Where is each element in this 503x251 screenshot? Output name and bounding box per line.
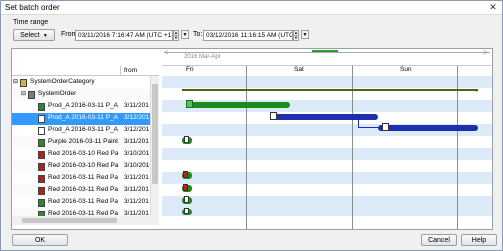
day-header-divider (162, 65, 492, 66)
row-label: Red 2016-03-11 Red Paint 2 (48, 186, 118, 193)
horizontal-scrollbar[interactable] (12, 216, 159, 225)
time-range-label: Time range (13, 19, 49, 26)
tree-row-order[interactable]: Prod_A 2016-03-11 P_A_1 3/11/201 (12, 101, 159, 113)
row-band (162, 76, 492, 88)
row-from-date: 3/11/201 (124, 102, 149, 109)
row-band (162, 172, 492, 184)
order-start-icon (186, 100, 193, 108)
tree-row-order[interactable]: Red 2016-03-10 Red Paint_4 3/10/201 (12, 161, 159, 173)
order-icon (38, 187, 45, 195)
day-label-sun: Sun (400, 66, 412, 73)
row-from-date: 3/10/201 (124, 150, 150, 157)
row-label: SystemOrder (38, 90, 77, 97)
row-from-date: 3/12/201 (124, 114, 150, 121)
row-label: Prod_A 2016-03-11 P_A_2 (48, 114, 118, 121)
tree-node-category[interactable]: ⊟ SystemOrderCategory (12, 77, 159, 89)
ok-button[interactable]: OK (12, 234, 68, 246)
column-divider[interactable] (120, 66, 121, 76)
document-icon (184, 136, 189, 143)
order-icon (38, 103, 45, 111)
document-icon (270, 112, 277, 120)
grid-header: from (12, 66, 159, 76)
order-icon (38, 139, 45, 147)
horizontal-scroll-thumb[interactable] (22, 218, 117, 223)
from-spin-down-icon[interactable]: ▼ (173, 35, 179, 41)
order-icon (38, 175, 45, 183)
row-label: Red 2016-03-10 Red Paint_3 (48, 150, 118, 157)
timeline-right-icon[interactable]: > (483, 48, 488, 57)
gantt-chart[interactable]: < > 2016 Mar-Apr Fri Sat Sun ▼ (162, 48, 492, 229)
select-button[interactable]: Select ▼ (13, 29, 55, 41)
order-icon (38, 127, 45, 135)
row-band (162, 148, 492, 160)
period-label: 2016 Mar-Apr (184, 54, 221, 60)
document-icon (382, 123, 389, 131)
row-band (162, 196, 492, 208)
timeline-track (164, 52, 490, 53)
tree-node-system-order[interactable]: ⊟ SystemOrder (12, 89, 159, 101)
tree-row-order[interactable]: Red 2016-03-11 Red Paint_1 3/11/201 (12, 173, 159, 185)
status-icon (183, 171, 188, 178)
order-bar-prod-a-3[interactable] (378, 125, 478, 131)
window-title: Set batch order (5, 3, 60, 12)
dependency-link (358, 127, 378, 128)
chevron-down-icon: ▼ (41, 33, 48, 39)
row-label: Purple 2016-03-11 Paint_1 (48, 138, 118, 145)
scroll-thumb[interactable] (152, 84, 158, 184)
document-icon (184, 196, 189, 203)
batch-order-dialog: Set batch order ✕ Time range Select ▼ Fr… (0, 0, 503, 251)
row-label: SystemOrderCategory (30, 78, 95, 85)
to-dropdown-icon[interactable]: ▼ (301, 30, 309, 39)
row-from-date: 3/12/201 (124, 126, 150, 133)
category-icon (20, 79, 27, 87)
expand-icon[interactable]: ⊟ (13, 78, 18, 85)
row-from-date: 3/11/201 (124, 198, 149, 205)
help-button[interactable]: Help (461, 234, 497, 246)
document-icon (184, 208, 189, 214)
column-header-from[interactable]: from (124, 67, 137, 74)
day-label-sat: Sat (294, 66, 304, 73)
row-from-date: 3/11/201 (124, 174, 149, 181)
tree-row-order[interactable]: Purple 2016-03-11 Paint_1 3/11/201 (12, 137, 159, 149)
row-label: Red 2016-03-11 Red Paint_3 (48, 198, 118, 205)
row-band (162, 208, 492, 216)
tree-row-order[interactable]: Prod_A 2016-03-11 P_A_2 3/12/201 (12, 113, 159, 125)
cancel-button[interactable]: Cancel (421, 234, 457, 246)
row-from-date: 3/11/201 (124, 138, 149, 145)
schedule-panel: from ⊟ SystemOrderCategory ⊟ SystemOrder Pro… (11, 48, 493, 230)
status-icon (183, 184, 188, 191)
row-label: Red 2016-03-10 Red Paint_4 (48, 162, 118, 169)
to-date-field[interactable]: 03/12/2016 11:16:15 AM (UTC +1:00) (203, 30, 293, 41)
row-label: Red 2016-03-11 Red Paint_1 (48, 174, 118, 181)
tree-row-order[interactable]: Red 2016-03-10 Red Paint_3 3/10/201 (12, 149, 159, 161)
category-summary-bar[interactable] (182, 89, 478, 91)
tree-row-order[interactable]: Prod_A 2016-03-11 P_A_3 3/12/201 (12, 125, 159, 137)
timeline-marker (312, 50, 338, 52)
from-date-field[interactable]: 03/11/2016 7:16:47 AM (UTC +1:00) (75, 30, 173, 41)
folder-icon (28, 91, 35, 99)
row-label: Prod_A 2016-03-11 P_A_1 (48, 102, 118, 109)
title-bar: Set batch order ✕ (1, 1, 502, 15)
tree-row-order[interactable]: Red 2016-03-11 Red Paint_3 3/11/201 (12, 197, 159, 209)
order-icon (38, 115, 45, 123)
row-from-date: 3/11/201 (124, 186, 149, 193)
select-button-label: Select (20, 32, 40, 39)
day-label-fri: Fri (186, 66, 194, 73)
to-spin-down-icon[interactable]: ▼ (293, 35, 299, 41)
close-icon[interactable]: ✕ (488, 2, 498, 12)
to-label: To: (193, 31, 203, 38)
from-dropdown-icon[interactable]: ▼ (181, 30, 189, 39)
order-bar-prod-a-1[interactable] (186, 102, 290, 108)
expand-icon[interactable]: ⊟ (21, 90, 26, 97)
order-icon (38, 151, 45, 159)
timeline-left-icon[interactable]: < (164, 48, 169, 57)
vertical-scrollbar[interactable] (150, 76, 159, 216)
order-icon (38, 199, 45, 207)
summary-end-icon: ▼ (474, 88, 479, 94)
order-icon (38, 163, 45, 171)
row-label: Prod_A 2016-03-11 P_A_3 (48, 126, 118, 133)
order-bar-prod-a-2[interactable] (270, 114, 378, 120)
row-from-date: 3/10/201 (124, 162, 150, 169)
tree-row-order[interactable]: Red 2016-03-11 Red Paint 2 3/11/201 (12, 185, 159, 197)
